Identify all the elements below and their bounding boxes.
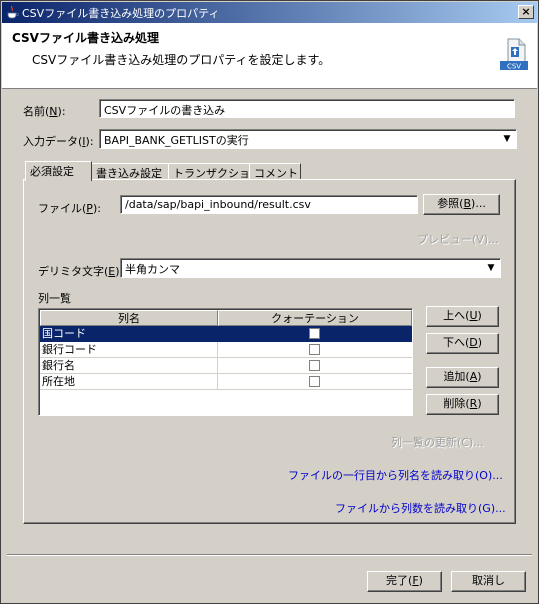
- quote-checkbox[interactable]: [309, 328, 320, 339]
- input-data-select[interactable]: BAPI_BANK_GETLISTの実行 ▼: [99, 129, 517, 149]
- name-input[interactable]: CSVファイルの書き込み: [99, 99, 515, 118]
- column-quote-header[interactable]: クォーテーション: [218, 310, 412, 326]
- footer-separator: [7, 554, 532, 556]
- dialog-header: CSVファイル書き込み処理 CSVファイル書き込み処理のプロパティを設定します。…: [2, 23, 537, 89]
- file-label-text: ファイル(: [38, 202, 87, 215]
- table-row[interactable]: 銀行コード: [40, 342, 412, 358]
- browse-button-suffix: )...: [471, 197, 486, 210]
- tab-comment[interactable]: コメント: [249, 163, 301, 180]
- finish-button[interactable]: 完了(F): [367, 571, 442, 592]
- csv-icon-label: CSV: [507, 63, 521, 71]
- dialog-window: CSVファイル書き込み処理のプロパティ × CSVファイル書き込み処理 CSVフ…: [0, 0, 539, 604]
- quote-checkbox[interactable]: [309, 360, 320, 371]
- tab-transaction[interactable]: トランザクション: [168, 163, 261, 180]
- header-description: CSVファイル書き込み処理のプロパティを設定します。: [32, 53, 331, 67]
- window-title: CSVファイル書き込み処理のプロパティ: [22, 7, 220, 20]
- close-icon: ×: [521, 5, 531, 18]
- delete-button-key: R: [469, 397, 478, 410]
- finish-button-text: 完了(: [386, 574, 413, 587]
- tab-required-label: 必須設定: [30, 165, 74, 178]
- name-label-text: 名前(: [23, 105, 50, 118]
- name-label-key: N: [49, 105, 58, 118]
- read-header-link[interactable]: ファイルの一行目から列名を読み取り(O)...: [288, 467, 503, 483]
- move-up-key: U: [469, 309, 478, 322]
- input-data-label: 入力データ(I):: [23, 135, 94, 148]
- quote-checkbox[interactable]: [309, 344, 320, 355]
- input-data-label-key: I: [82, 135, 86, 148]
- close-button[interactable]: ×: [518, 5, 534, 19]
- file-path-value: /data/sap/bapi_inbound/result.csv: [125, 198, 311, 211]
- java-icon: [7, 5, 19, 19]
- read-column-count-link[interactable]: ファイルから列数を読み取り(G)...: [335, 500, 506, 516]
- column-table[interactable]: 列名 クォーテーション 国コード 銀行コード 銀行名 所在地: [38, 308, 413, 416]
- column-list-label: 列一覧: [38, 292, 71, 305]
- move-up-text: 上へ(: [443, 309, 470, 322]
- name-label: 名前(N):: [23, 105, 66, 118]
- row-quote-cell[interactable]: [218, 342, 412, 358]
- row-quote-cell[interactable]: [218, 374, 412, 390]
- cancel-button[interactable]: 取消し: [451, 571, 526, 592]
- row-name-cell[interactable]: 銀行名: [40, 358, 218, 374]
- row-quote-cell[interactable]: [218, 326, 412, 342]
- add-button-key: A: [469, 370, 478, 383]
- delimiter-label-text: デリミタ文字(: [38, 265, 109, 278]
- column-table-header: 列名 クォーテーション: [40, 310, 412, 326]
- chevron-down-icon[interactable]: ▼: [500, 132, 514, 146]
- delimiter-value: 半角カンマ: [125, 263, 180, 276]
- browse-button[interactable]: 参照(B)...: [423, 194, 500, 215]
- row-name-cell[interactable]: 国コード: [40, 326, 218, 342]
- header-title: CSVファイル書き込み処理: [12, 31, 159, 45]
- move-down-button[interactable]: 下へ(D): [426, 333, 499, 354]
- delimiter-select[interactable]: 半角カンマ ▼: [120, 258, 501, 278]
- row-name-cell[interactable]: 所在地: [40, 374, 218, 390]
- delete-button-text: 削除(: [443, 397, 470, 410]
- move-down-text: 下へ(: [442, 336, 470, 349]
- browse-button-key: B: [463, 197, 472, 210]
- finish-button-key: F: [412, 574, 419, 587]
- name-input-value: CSVファイルの書き込み: [104, 104, 226, 117]
- table-row[interactable]: 銀行名: [40, 358, 412, 374]
- csv-file-icon: CSV: [500, 38, 528, 71]
- quote-checkbox[interactable]: [309, 376, 320, 387]
- row-name-cell[interactable]: 銀行コード: [40, 342, 218, 358]
- input-data-value: BAPI_BANK_GETLISTの実行: [104, 134, 249, 147]
- file-path-input[interactable]: /data/sap/bapi_inbound/result.csv: [120, 195, 418, 214]
- file-label: ファイル(P):: [38, 202, 101, 215]
- delimiter-label-key: E: [108, 265, 116, 278]
- tab-required[interactable]: 必須設定: [25, 161, 92, 181]
- move-up-button[interactable]: 上へ(U): [426, 306, 499, 327]
- title-bar[interactable]: CSVファイル書き込み処理のプロパティ ×: [2, 2, 537, 23]
- move-down-key: D: [469, 336, 478, 349]
- input-data-label-text: 入力データ(: [23, 135, 83, 148]
- row-quote-cell[interactable]: [218, 358, 412, 374]
- delimiter-label: デリミタ文字(E):: [38, 263, 123, 279]
- add-button[interactable]: 追加(A): [426, 367, 499, 388]
- table-row[interactable]: 所在地: [40, 374, 412, 390]
- chevron-down-icon[interactable]: ▼: [484, 261, 498, 275]
- tab-write-settings[interactable]: 書き込み設定: [91, 163, 169, 180]
- preview-button[interactable]: プレビュー(V)...: [417, 231, 499, 247]
- file-label-key: P: [86, 202, 93, 215]
- delete-button[interactable]: 削除(R): [426, 394, 499, 415]
- browse-button-text: 参照(: [437, 197, 464, 210]
- refresh-columns-button[interactable]: 列一覧の更新(C)...: [391, 434, 484, 450]
- table-row[interactable]: 国コード: [40, 326, 412, 342]
- column-name-header[interactable]: 列名: [40, 310, 218, 326]
- add-button-text: 追加(: [443, 370, 470, 383]
